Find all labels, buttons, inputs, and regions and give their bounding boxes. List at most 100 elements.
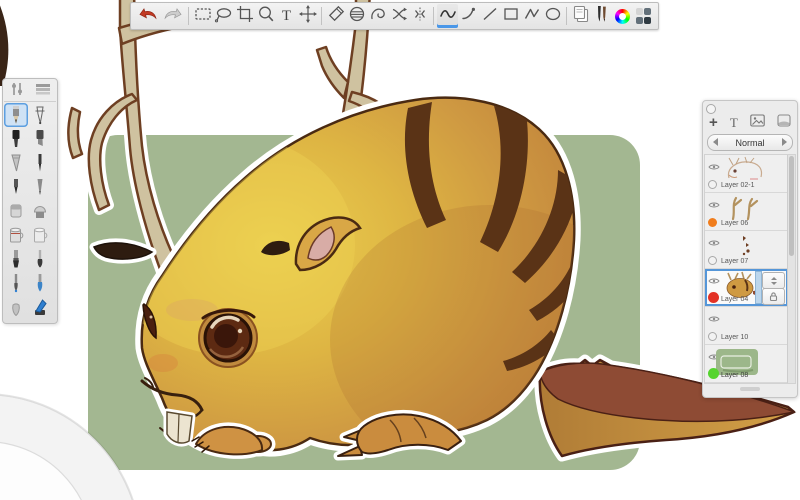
layer-row-04[interactable]: Layer 04	[705, 269, 788, 307]
zoom-button[interactable]	[255, 4, 276, 28]
swirl-icon	[368, 4, 388, 29]
swirl-button[interactable]	[367, 4, 388, 28]
redo-button[interactable]	[160, 4, 185, 28]
blend-mode-value: Normal	[735, 138, 764, 148]
layer-row-10[interactable]: Layer 10	[705, 307, 788, 345]
brush-detail[interactable]	[4, 271, 28, 295]
undo-button[interactable]	[135, 4, 160, 28]
swatches-button[interactable]	[633, 4, 654, 28]
brush-angled-blue-marker[interactable]	[28, 295, 52, 319]
layer-row-08[interactable]: Layer 08	[705, 345, 788, 383]
clipboard-button[interactable]	[570, 4, 591, 28]
undo-icon	[138, 4, 158, 29]
brush-cone-nib[interactable]	[4, 151, 28, 175]
line-button[interactable]	[479, 4, 500, 28]
panel-close-button[interactable]	[706, 104, 716, 114]
layer-color-tag[interactable]	[708, 292, 719, 303]
artwork-canvas[interactable]	[0, 0, 800, 500]
brush-pencil[interactable]	[4, 103, 28, 127]
toolbar-separator	[566, 7, 567, 25]
brush-soft[interactable]	[4, 295, 28, 319]
color-wheel-icon	[615, 9, 630, 24]
freehand-curve-button[interactable]	[437, 4, 458, 28]
brush-panel	[2, 78, 58, 324]
move-icon	[298, 4, 318, 29]
color-wheel-button[interactable]	[612, 4, 633, 28]
brush-water-cup[interactable]	[4, 223, 28, 247]
layer-row-02-1[interactable]: Layer 02-1	[705, 155, 788, 193]
mirror-split-button[interactable]	[409, 4, 430, 28]
brush-blue-tip[interactable]	[28, 271, 52, 295]
text-tool-button[interactable]: T	[276, 4, 297, 28]
layer-color-tag[interactable]	[708, 180, 717, 189]
brush-round[interactable]	[28, 247, 52, 271]
brush-technical-pen[interactable]	[28, 103, 52, 127]
brush-taper-pen[interactable]	[28, 175, 52, 199]
blend-next-arrow[interactable]	[782, 138, 787, 146]
layer-label: Layer 07	[721, 258, 748, 265]
layer-lock-button[interactable]	[762, 288, 785, 305]
add-layer-button[interactable]: +	[709, 117, 718, 129]
brush-settings-icon[interactable]	[9, 82, 25, 101]
brush-flat[interactable]	[4, 247, 28, 271]
brush-fineliner[interactable]	[28, 151, 52, 175]
mask-button[interactable]	[777, 114, 791, 132]
brush-grid	[4, 103, 56, 319]
layer-color-tag[interactable]	[708, 332, 717, 341]
layer-color-tag[interactable]	[708, 256, 717, 265]
layer-color-tag[interactable]	[708, 218, 717, 227]
toolbar-separator	[321, 7, 322, 25]
creature-illustration	[0, 0, 794, 475]
brush-eraser-block[interactable]	[4, 199, 28, 223]
polyline-button[interactable]	[521, 4, 542, 28]
pencil-pair-button[interactable]	[591, 4, 612, 28]
ellipse-icon	[543, 4, 563, 29]
layers-panel: + T Normal Layer 02-1 Layer 06	[702, 100, 798, 398]
rectangle-button[interactable]	[500, 4, 521, 28]
blend-prev-arrow[interactable]	[713, 138, 718, 146]
layer-label: Layer 10	[721, 334, 748, 341]
layer-row-07[interactable]: Layer 07	[705, 231, 788, 269]
layer-reorder-spinner[interactable]	[762, 272, 785, 289]
image-layer-button[interactable]	[750, 114, 765, 132]
toolbar-separator	[188, 7, 189, 25]
brush-stack-icon[interactable]	[35, 82, 51, 101]
layer-row-06[interactable]: Layer 06	[705, 193, 788, 231]
layers-scrollbar[interactable]	[787, 155, 795, 383]
brush-dome[interactable]	[28, 199, 52, 223]
shuffle-cross-icon	[389, 4, 409, 29]
shuffle-cross-button[interactable]	[388, 4, 409, 28]
freehand-curve-icon	[438, 4, 458, 29]
crop-icon	[235, 4, 255, 29]
toolbar-separator	[433, 7, 434, 25]
panel-resize-handle[interactable]	[740, 387, 760, 391]
brush-marker[interactable]	[4, 127, 28, 151]
eraser-button[interactable]	[325, 4, 346, 28]
clipboard-icon	[571, 4, 591, 29]
text-layer-button[interactable]: T	[730, 115, 738, 131]
marquee-select-button[interactable]	[192, 4, 213, 28]
eraser-icon	[326, 4, 346, 29]
lasso-icon	[214, 4, 234, 29]
visibility-eye-icon[interactable]	[708, 310, 720, 328]
layer-opacity-strip[interactable]	[755, 271, 762, 304]
main-toolbar: T	[130, 2, 659, 30]
brush-ink-pen[interactable]	[4, 175, 28, 199]
curve-button[interactable]	[458, 4, 479, 28]
ellipse-button[interactable]	[542, 4, 563, 28]
lasso-select-button[interactable]	[213, 4, 234, 28]
brush-water-cup-2[interactable]	[28, 223, 52, 247]
blend-button[interactable]	[346, 4, 367, 28]
brush-chisel-marker[interactable]	[28, 127, 52, 151]
layer-color-tag[interactable]	[708, 368, 719, 379]
pencil-pair-icon	[592, 4, 612, 29]
layer-label: Layer 04	[721, 296, 748, 303]
line-icon	[480, 4, 500, 29]
move-button[interactable]	[297, 4, 318, 28]
layers-scrollbar-thumb[interactable]	[789, 156, 794, 256]
layer-list: Layer 02-1 Layer 06 Layer 07 Layer 04	[704, 154, 796, 384]
blend-mode-selector[interactable]: Normal	[707, 134, 793, 151]
mirror-split-icon	[410, 4, 430, 29]
crop-button[interactable]	[234, 4, 255, 28]
curve-icon	[459, 4, 479, 29]
